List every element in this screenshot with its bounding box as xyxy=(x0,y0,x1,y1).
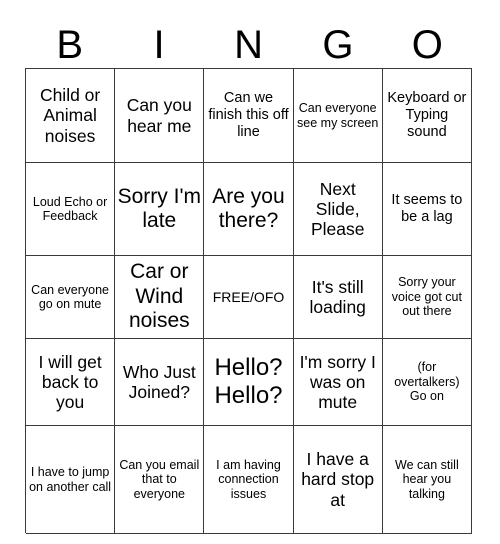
bingo-cell-r4c1[interactable]: I will get back to you xyxy=(26,339,116,426)
bingo-cell-text: Can you email that to everyone xyxy=(119,457,200,501)
bingo-cell-text: Loud Echo or Feedback xyxy=(32,194,108,224)
bingo-cell-text: I have to jump on another call xyxy=(29,465,112,494)
bingo-cell-text: Next Slide, Please xyxy=(310,178,365,240)
bingo-cell-r5c5[interactable]: We can still hear you talking xyxy=(382,426,472,534)
bingo-cell-r1c4[interactable]: Can everyone see my screen xyxy=(293,69,383,163)
bingo-cell-r5c2[interactable]: Can you email that to everyone xyxy=(115,426,205,534)
bingo-card: B I N G O Child or Animal noises Can you… xyxy=(0,0,500,544)
bingo-grid: Child or Animal noises Can you hear me C… xyxy=(25,68,472,534)
bingo-cell-r2c3[interactable]: Are you there? xyxy=(204,163,294,256)
bingo-header-letter-o: O xyxy=(411,23,443,67)
bingo-cell-text: I will get back to you xyxy=(38,351,102,413)
bingo-cell-text: Car or Wind noises xyxy=(128,260,190,333)
bingo-header-letter-i: I xyxy=(153,23,165,67)
bingo-cell-r5c1[interactable]: I have to jump on another call xyxy=(26,426,116,534)
bingo-cell-r1c1[interactable]: Child or Animal noises xyxy=(26,69,116,163)
bingo-cell-r1c5[interactable]: Keyboard or Typing sound xyxy=(382,69,472,163)
bingo-cell-text: We can still hear you talking xyxy=(395,457,459,501)
bingo-cell-r3c4[interactable]: It's still loading xyxy=(293,256,383,339)
bingo-cell-r1c2[interactable]: Can you hear me xyxy=(115,69,205,163)
bingo-cell-text: Child or Animal noises xyxy=(39,85,101,146)
bingo-cell-r3c1[interactable]: Can everyone go on mute xyxy=(26,256,116,339)
bingo-cell-text: Can you hear me xyxy=(126,95,192,136)
bingo-cell-text: It's still loading xyxy=(309,276,366,317)
bingo-cell-r5c4[interactable]: I have a hard stop at xyxy=(293,426,383,534)
bingo-cell-r2c4[interactable]: Next Slide, Please xyxy=(293,163,383,256)
bingo-header-row: B I N G O xyxy=(25,22,472,68)
bingo-cell-text: (for overtalkers) Go on xyxy=(394,360,460,404)
bingo-cell-r3c2[interactable]: Car or Wind noises xyxy=(115,256,205,339)
bingo-cell-r2c2[interactable]: Sorry I'm late xyxy=(115,163,205,256)
bingo-cell-r1c3[interactable]: Can we finish this off line xyxy=(204,69,294,163)
bingo-cell-r2c5[interactable]: It seems to be a lag xyxy=(382,163,472,256)
bingo-cell-text: Hello? Hello? xyxy=(214,354,283,409)
bingo-cell-text: I have a hard stop at xyxy=(301,449,375,510)
bingo-cell-text: Who Just Joined? xyxy=(122,361,196,402)
bingo-cell-text: Keyboard or Typing sound xyxy=(387,90,467,140)
bingo-cell-text: Sorry I'm late xyxy=(117,184,201,232)
bingo-cell-r4c5[interactable]: (for overtalkers) Go on xyxy=(382,339,472,426)
bingo-cell-r3c5[interactable]: Sorry your voice got cut out there xyxy=(382,256,472,339)
bingo-cell-text: I'm sorry I was on mute xyxy=(299,351,376,413)
bingo-header-letter-g: G xyxy=(322,23,354,67)
bingo-header-letter-n: N xyxy=(234,23,263,67)
bingo-cell-text: Can we finish this off line xyxy=(208,90,289,140)
bingo-cell-text: Can everyone see my screen xyxy=(297,101,379,130)
bingo-cell-r4c2[interactable]: Who Just Joined? xyxy=(115,339,205,426)
bingo-header-letter-b: B xyxy=(56,23,84,67)
bingo-cell-r5c3[interactable]: I am having connection issues xyxy=(204,426,294,534)
bingo-cell-text: Sorry your voice got cut out there xyxy=(391,275,462,319)
bingo-free-space-text: FREE/OFO xyxy=(212,288,285,305)
bingo-cell-r4c3[interactable]: Hello? Hello? xyxy=(204,339,294,426)
bingo-cell-free-space[interactable]: FREE/OFO xyxy=(204,256,294,339)
bingo-cell-text: It seems to be a lag xyxy=(391,192,463,225)
bingo-cell-text: Are you there? xyxy=(212,184,285,232)
bingo-cell-r2c1[interactable]: Loud Echo or Feedback xyxy=(26,163,116,256)
bingo-cell-text: I am having connection issues xyxy=(216,457,281,501)
bingo-cell-text: Can everyone go on mute xyxy=(31,282,109,312)
bingo-cell-r4c4[interactable]: I'm sorry I was on mute xyxy=(293,339,383,426)
